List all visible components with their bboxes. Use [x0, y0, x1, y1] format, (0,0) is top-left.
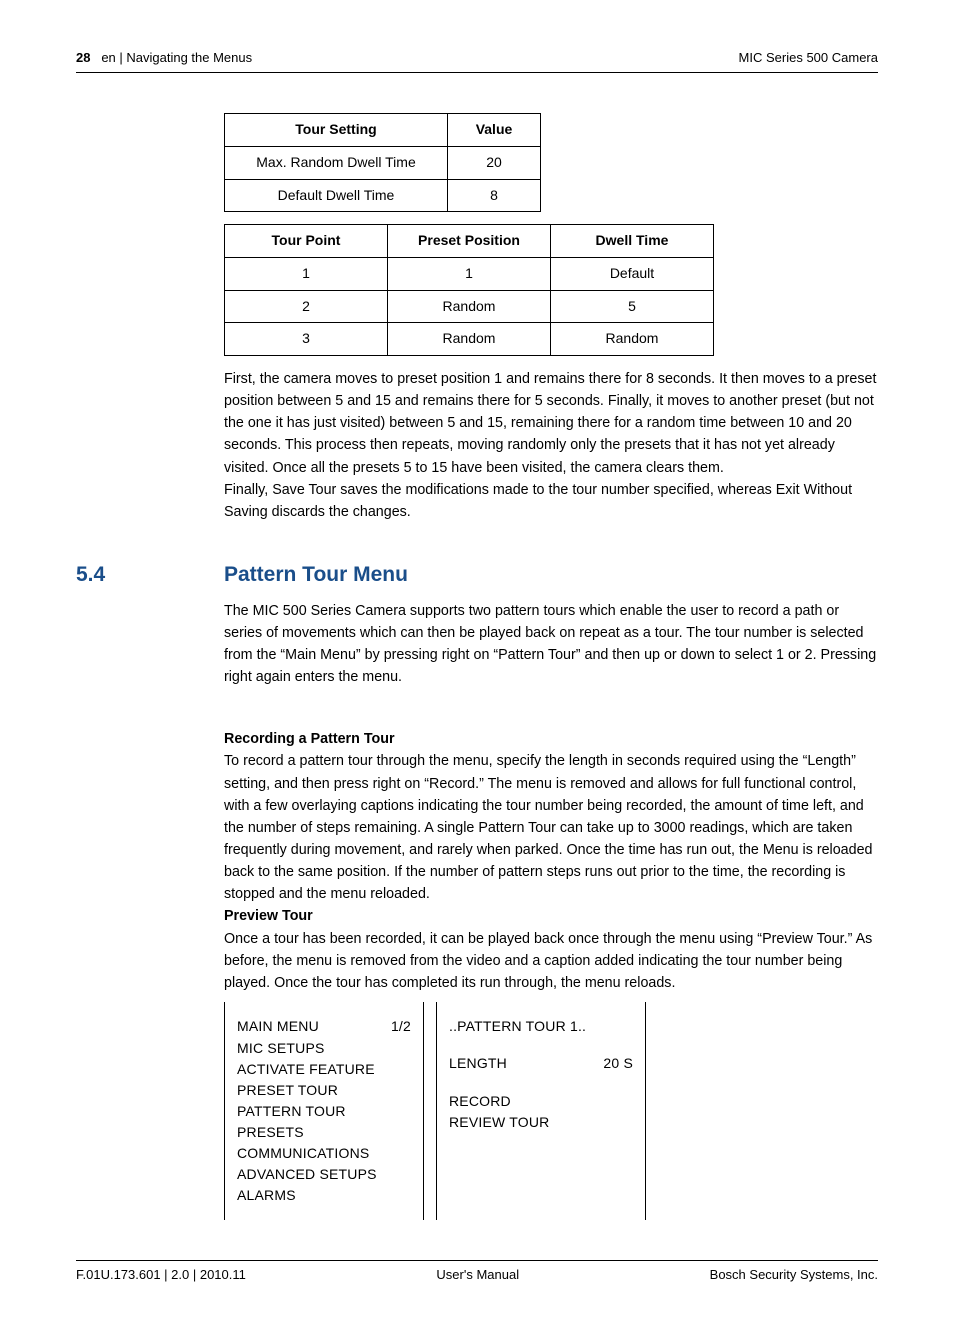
- length-label: LENGTH: [449, 1053, 507, 1075]
- footer-left: F.01U.173.601 | 2.0 | 2010.11: [76, 1265, 246, 1285]
- menu-item: PRESETS: [237, 1122, 411, 1143]
- body-paragraph: To record a pattern tour through the men…: [224, 750, 878, 905]
- pattern-tour-menu-box: ..PATTERN TOUR 1.. LENGTH 20 S RECORD RE…: [436, 1002, 646, 1220]
- col-header: Value: [448, 114, 541, 147]
- menu-item: ACTIVATE FEATURE: [237, 1059, 411, 1080]
- menu-item: COMMUNICATIONS: [237, 1143, 411, 1164]
- menu-item: PATTERN TOUR: [237, 1101, 411, 1122]
- menu-item: REVIEW TOUR: [449, 1112, 633, 1133]
- tour-setting-table: Tour Setting Value Max. Random Dwell Tim…: [224, 113, 541, 212]
- body-paragraph: Finally, Save Tour saves the modificatio…: [224, 479, 878, 523]
- section-heading: 5.4 Pattern Tour Menu: [76, 559, 878, 592]
- body-paragraph: First, the camera moves to preset positi…: [224, 368, 878, 479]
- menu-page-indicator: 1/2: [391, 1016, 411, 1038]
- col-header: Tour Setting: [225, 114, 448, 147]
- subheading: Preview Tour: [224, 905, 878, 927]
- menu-item: ADVANCED SETUPS: [237, 1164, 411, 1185]
- table-row: 3 Random Random: [225, 323, 714, 356]
- body-paragraph: The MIC 500 Series Camera supports two p…: [224, 600, 878, 689]
- table-row: 2 Random 5: [225, 290, 714, 323]
- page-footer: F.01U.173.601 | 2.0 | 2010.11 User's Man…: [76, 1260, 878, 1285]
- body-paragraph: Once a tour has been recorded, it can be…: [224, 928, 878, 994]
- menu-item: RECORD: [449, 1091, 633, 1112]
- footer-center: User's Manual: [436, 1265, 519, 1285]
- menu-item: PRESET TOUR: [237, 1080, 411, 1101]
- page-number: 28: [76, 50, 90, 65]
- footer-right: Bosch Security Systems, Inc.: [710, 1265, 878, 1285]
- header-left: 28 en | Navigating the Menus: [76, 48, 252, 68]
- breadcrumb: en | Navigating the Menus: [101, 50, 252, 65]
- menu-item: MIC SETUPS: [237, 1038, 411, 1059]
- length-value: 20 S: [603, 1053, 633, 1075]
- page-header: 28 en | Navigating the Menus MIC Series …: [76, 48, 878, 73]
- section-number: 5.4: [76, 559, 224, 592]
- header-product: MIC Series 500 Camera: [739, 48, 878, 68]
- table-row: 1 1 Default: [225, 257, 714, 290]
- menu-title: ..PATTERN TOUR 1..: [449, 1016, 633, 1037]
- menu-item: ALARMS: [237, 1185, 411, 1206]
- menu-title: MAIN MENU: [237, 1016, 319, 1038]
- table-row: Tour Point Preset Position Dwell Time: [225, 225, 714, 258]
- table-row: Tour Setting Value: [225, 114, 541, 147]
- section-title: Pattern Tour Menu: [224, 559, 408, 592]
- tour-point-table: Tour Point Preset Position Dwell Time 1 …: [224, 224, 714, 356]
- col-header: Tour Point: [225, 225, 388, 258]
- col-header: Preset Position: [388, 225, 551, 258]
- table-row: Max. Random Dwell Time 20: [225, 146, 541, 179]
- subheading: Recording a Pattern Tour: [224, 728, 878, 750]
- menu-screenshots: MAIN MENU 1/2 MIC SETUPS ACTIVATE FEATUR…: [224, 1002, 878, 1220]
- table-row: Default Dwell Time 8: [225, 179, 541, 212]
- main-menu-box: MAIN MENU 1/2 MIC SETUPS ACTIVATE FEATUR…: [224, 1002, 424, 1220]
- col-header: Dwell Time: [551, 225, 714, 258]
